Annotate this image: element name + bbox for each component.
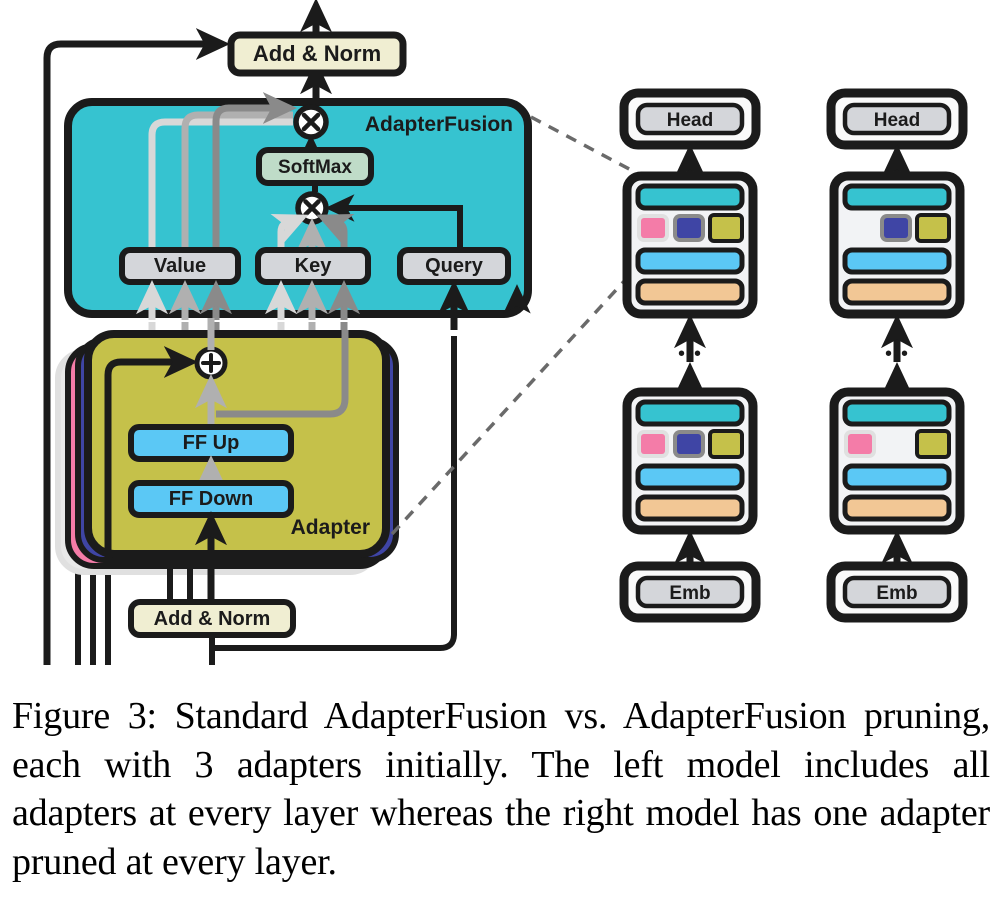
fusion-bar-upper-right-model [842, 183, 952, 211]
fusion-bar-upper-left-model [635, 183, 745, 211]
adapterfusion-diagram: Add & Norm AdapterFusion SoftMax Value K… [43, 0, 968, 665]
head-label-left-model: Head [667, 110, 713, 131]
adapter-navy-upper-left [677, 218, 701, 238]
pruned-adapterfusion-model: Head ••• Emb [826, 88, 968, 623]
emb-block-left-model: Emb [619, 561, 761, 623]
softmax-label: SoftMax [278, 157, 352, 178]
ff-bar-upper-right-model [842, 247, 952, 275]
emb-label-right-model: Emb [876, 583, 917, 604]
ff-down-block: FF Down [128, 480, 294, 518]
figure-container: Add & Norm AdapterFusion SoftMax Value K… [0, 0, 1002, 920]
adapterfusion-title: AdapterFusion [365, 113, 513, 136]
ff-bar-upper-left-model [635, 247, 745, 275]
adapter-navy-upper-right [884, 218, 908, 238]
bottom-add-norm-block: Add & Norm [128, 599, 296, 638]
ellipsis-left-model: ••• [678, 343, 702, 365]
attn-bar-upper-right-model [842, 278, 952, 306]
value-block: Value [119, 247, 241, 285]
adapter-olive-upper-left [708, 213, 744, 243]
query-block: Query [397, 247, 511, 285]
adapter-navy-lower-left [677, 434, 701, 454]
fusion-multiply-top [293, 104, 329, 140]
standard-adapterfusion-model: Head ••• Emb [619, 88, 761, 623]
adapter-olive-lower-left [708, 429, 744, 459]
adapter-plus-node [194, 346, 228, 380]
top-add-norm-block: Add & Norm [227, 31, 407, 77]
emb-block-right-model: Emb [826, 561, 968, 623]
query-label: Query [425, 255, 484, 277]
head-block-right-model: Head [826, 88, 968, 150]
upper-layer-card-left-model [622, 171, 758, 319]
fusion-bar-lower-left-model [635, 399, 745, 427]
attn-bar-lower-left-model [635, 494, 745, 522]
lower-layer-card-right-model [829, 387, 965, 535]
ff-bar-lower-right-model [842, 463, 952, 491]
ff-bar-lower-left-model [635, 463, 745, 491]
emb-label-left-model: Emb [669, 583, 710, 604]
adapter-olive-lower-right [915, 429, 951, 459]
figure-caption: Figure 3: Standard AdapterFusion vs. Ada… [12, 695, 990, 883]
adapter-pink-lower-right [848, 434, 872, 454]
attn-bar-lower-right-model [842, 494, 952, 522]
left-adapterfusion-detail: Add & Norm AdapterFusion SoftMax Value K… [43, 0, 652, 665]
value-label: Value [154, 255, 206, 277]
top-add-norm-label: Add & Norm [253, 41, 381, 66]
lower-layer-card-left-model [622, 387, 758, 535]
upper-layer-card-right-model [829, 171, 965, 319]
adapter-title: Adapter [291, 516, 370, 539]
ff-down-label: FF Down [169, 488, 253, 510]
adapter-pink-lower-left [641, 434, 665, 454]
bottom-add-norm-label: Add & Norm [154, 608, 271, 630]
attn-bar-upper-left-model [635, 278, 745, 306]
key-block: Key [255, 247, 371, 285]
head-label-right-model: Head [874, 110, 920, 131]
key-label: Key [295, 255, 333, 277]
adapter-olive-upper-right [915, 213, 951, 243]
adapter-pink-upper-left [641, 218, 665, 238]
fusion-multiply-bottom [295, 191, 329, 225]
ff-up-label: FF Up [183, 432, 240, 454]
softmax-block: SoftMax [256, 147, 374, 186]
fusion-bar-lower-right-model [842, 399, 952, 427]
head-block-left-model: Head [619, 88, 761, 150]
ellipsis-right-model: ••• [885, 343, 909, 365]
ff-up-block: FF Up [128, 424, 294, 462]
